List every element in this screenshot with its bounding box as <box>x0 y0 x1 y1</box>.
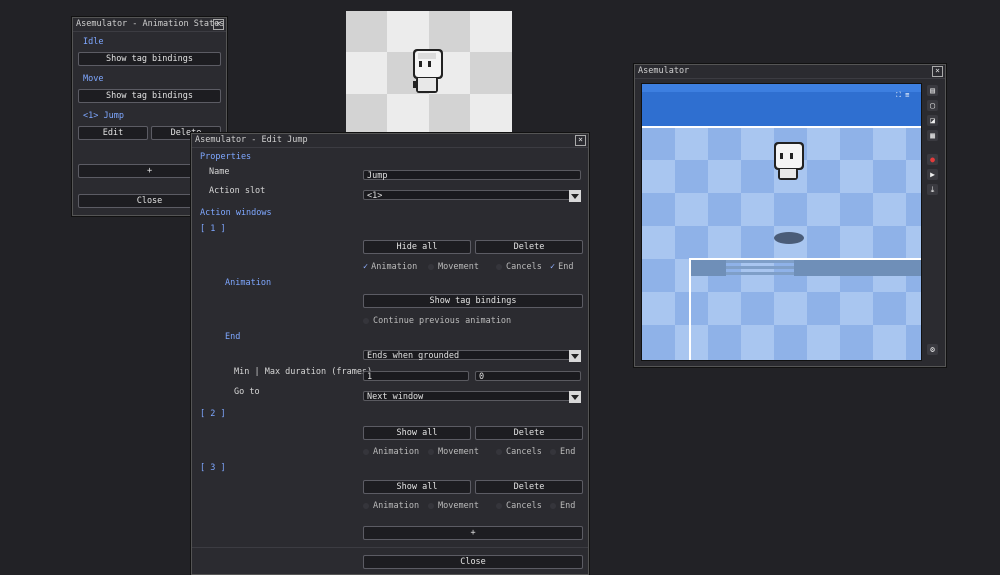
end-mode-value: Ends when grounded <box>367 351 460 361</box>
idle-show-tags-button[interactable]: Show tag bindings <box>78 52 221 66</box>
window-3-checkbox-end[interactable]: End <box>550 501 575 511</box>
name-input[interactable]: Jump <box>363 170 581 181</box>
close-icon[interactable]: × <box>213 19 224 30</box>
export-frame-icon[interactable]: ▢ <box>927 100 938 111</box>
layers-icon[interactable]: ▤ <box>927 85 938 96</box>
unchecked-icon <box>496 502 502 509</box>
unchecked-icon <box>550 502 556 509</box>
unchecked-icon <box>496 448 502 455</box>
state-jump-label: <1> Jump <box>83 111 124 121</box>
window-1-delete-button[interactable]: Delete <box>475 240 583 254</box>
edit-jump-window: Asemulator - Edit Jump × Properties Name… <box>191 133 589 575</box>
game-viewport[interactable]: ⛶ ≡ <box>641 83 922 361</box>
chevron-down-icon <box>569 350 581 362</box>
unchecked-icon <box>363 502 369 509</box>
divider <box>192 547 588 548</box>
properties-heading: Properties <box>200 152 252 162</box>
go-to-select[interactable]: Next window <box>363 391 581 403</box>
end-subheading: End <box>225 332 241 342</box>
close-icon[interactable]: × <box>575 135 586 146</box>
emulator-title: Asemulator <box>638 66 690 76</box>
window-3-checkbox-movement[interactable]: Movement <box>428 501 479 511</box>
checkbox-end[interactable]: ✓ End <box>550 262 573 272</box>
action-slot-value: <1> <box>367 191 383 201</box>
hide-all-button[interactable]: Hide all <box>363 240 471 254</box>
min-duration-input[interactable]: 1 <box>363 371 469 382</box>
gear-icon[interactable]: ⚙ <box>927 344 938 355</box>
edit-title: Asemulator - Edit Jump <box>195 135 308 145</box>
go-to-label: Go to <box>234 387 260 397</box>
add-window-button[interactable]: + <box>363 526 583 540</box>
add-icon[interactable]: ◪ <box>927 115 938 126</box>
download-icon[interactable]: ⤓ <box>927 184 938 195</box>
checkerboard <box>346 11 512 135</box>
checkbox-continue-previous[interactable]: Continue previous animation <box>363 316 511 326</box>
animation-subheading: Animation <box>225 278 272 288</box>
window-1-heading: [ 1 ] <box>200 224 226 234</box>
unchecked-icon <box>550 448 556 455</box>
max-duration-input[interactable]: 0 <box>475 371 581 382</box>
state-move-label: Move <box>83 74 104 84</box>
checkbox-cancels[interactable]: Cancels <box>496 262 542 272</box>
window-2-show-all-button[interactable]: Show all <box>363 426 471 440</box>
close-icon[interactable]: × <box>932 66 943 77</box>
name-label: Name <box>209 167 230 177</box>
record-icon[interactable]: ● <box>927 154 938 165</box>
action-slot-label: Action slot <box>209 186 266 196</box>
check-icon: ✓ <box>363 262 369 272</box>
grid-icon[interactable]: ▦ <box>927 130 938 141</box>
checkbox-animation[interactable]: ✓ Animation <box>363 262 417 272</box>
unchecked-icon <box>428 448 434 455</box>
min-max-label: Min | Max duration (frames) <box>234 367 373 377</box>
unchecked-icon <box>428 502 434 509</box>
unchecked-icon <box>496 263 502 270</box>
unchecked-icon <box>363 317 369 324</box>
show-tag-bindings-button[interactable]: Show tag bindings <box>363 294 583 308</box>
unchecked-icon <box>363 448 369 455</box>
sprite-preview <box>346 11 512 135</box>
window-3-checkbox-cancels[interactable]: Cancels <box>496 501 542 511</box>
emulator-toolbar: ▤ ▢ ◪ ▦ ● ▶ ⤓ ⚙ <box>925 83 941 359</box>
window-3-show-all-button[interactable]: Show all <box>363 480 471 494</box>
action-slot-select[interactable]: <1> <box>363 190 581 202</box>
state-idle-label: Idle <box>83 37 104 47</box>
window-2-checkbox-animation[interactable]: Animation <box>363 447 419 457</box>
character-sprite <box>413 49 443 93</box>
emulator-window: Asemulator × ⛶ ≡ ▤ ▢ ◪ ▦ ● ▶ ⤓ ⚙ <box>634 64 946 367</box>
move-show-tags-button[interactable]: Show tag bindings <box>78 89 221 103</box>
chevron-down-icon <box>569 391 581 403</box>
edit-title-bar: Asemulator - Edit Jump × <box>192 134 588 148</box>
window-3-delete-button[interactable]: Delete <box>475 480 583 494</box>
check-icon: ✓ <box>550 262 556 272</box>
play-icon[interactable]: ▶ <box>927 169 938 180</box>
window-2-checkbox-cancels[interactable]: Cancels <box>496 447 542 457</box>
checkbox-movement[interactable]: Movement <box>428 262 479 272</box>
window-2-checkbox-movement[interactable]: Movement <box>428 447 479 457</box>
end-mode-select[interactable]: Ends when grounded <box>363 350 581 362</box>
action-windows-heading: Action windows <box>200 208 272 218</box>
chevron-down-icon <box>569 190 581 202</box>
edit-close-button[interactable]: Close <box>363 555 583 569</box>
svg-text:⛶ ≡: ⛶ ≡ <box>896 91 909 99</box>
window-2-checkbox-end[interactable]: End <box>550 447 575 457</box>
states-title: Asemulator - Animation States <box>76 19 225 29</box>
states-title-bar: Asemulator - Animation States × <box>73 18 226 32</box>
window-3-checkbox-animation[interactable]: Animation <box>363 501 419 511</box>
jump-edit-button[interactable]: Edit <box>78 126 148 140</box>
window-2-heading: [ 2 ] <box>200 409 226 419</box>
unchecked-icon <box>428 263 434 270</box>
window-3-heading: [ 3 ] <box>200 463 226 473</box>
emulator-title-bar: Asemulator × <box>635 65 945 79</box>
window-2-delete-button[interactable]: Delete <box>475 426 583 440</box>
go-to-value: Next window <box>367 392 424 402</box>
game-scene: ⛶ ≡ <box>642 84 921 360</box>
